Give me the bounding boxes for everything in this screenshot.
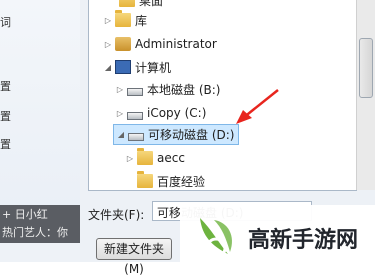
watermark-text: 高新手游网	[248, 228, 359, 253]
watermark-logo-icon	[200, 218, 233, 259]
